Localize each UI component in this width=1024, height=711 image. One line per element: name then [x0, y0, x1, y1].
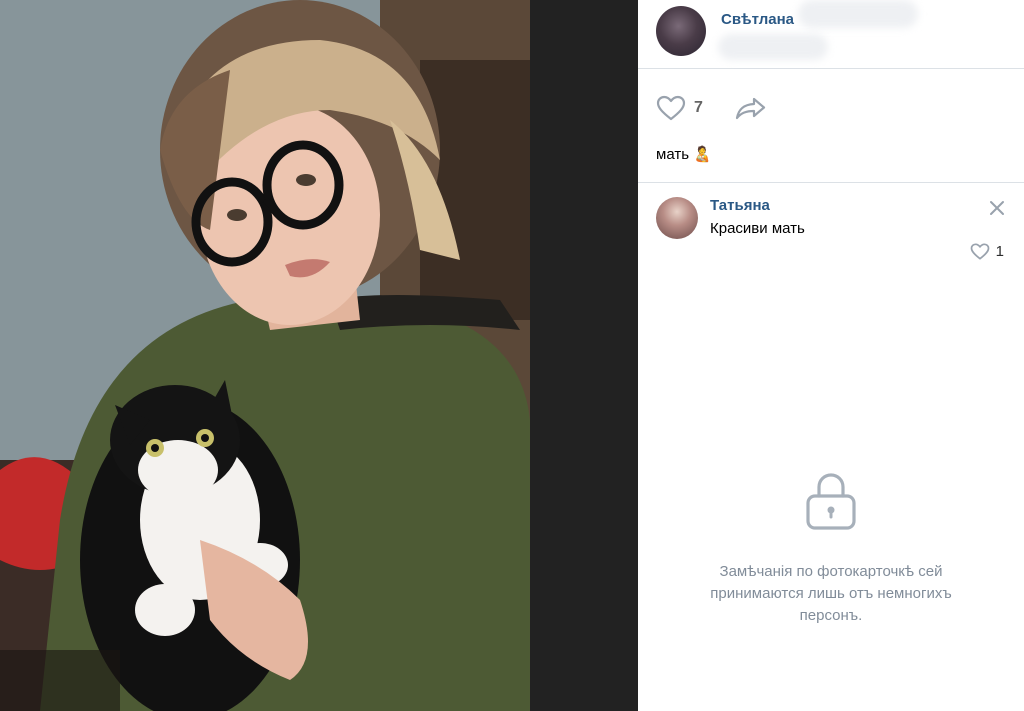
like-button[interactable]: 7 [656, 95, 703, 121]
comment-author[interactable]: Татьяна [710, 197, 770, 214]
post-caption: мать 🧑‍🍼 [638, 123, 1024, 175]
share-arrow-icon [735, 97, 766, 120]
restricted-message: Замѣчанія по фотокарточкѣ сей принимаютс… [710, 563, 952, 624]
heart-icon [970, 243, 990, 260]
photo-area [0, 0, 638, 711]
photo-viewer: Свѣтлана 7 мать 🧑‍🍼 Татьян [0, 0, 1024, 711]
comment-close-button[interactable] [988, 199, 1006, 217]
like-count: 7 [694, 99, 703, 116]
comment-like-button[interactable]: 1 [970, 243, 1004, 260]
heart-icon [656, 95, 686, 121]
share-button[interactable] [735, 96, 767, 120]
comment-item: Татьяна Красиви мать 1 [656, 195, 1006, 265]
commenter-avatar[interactable] [656, 197, 698, 239]
close-icon [990, 201, 1004, 215]
redacted-date [718, 34, 828, 60]
post-author: Свѣтлана [638, 0, 1024, 69]
side-panel: Свѣтлана 7 мать 🧑‍🍼 Татьян [638, 0, 1024, 711]
photo-image [0, 0, 530, 711]
lock-icon [806, 473, 856, 530]
author-avatar[interactable] [656, 6, 706, 56]
author-name[interactable]: Свѣтлана [721, 11, 794, 28]
comment-like-count: 1 [995, 243, 1004, 260]
post-actions: 7 [638, 69, 1024, 123]
caption-text: мать [656, 146, 690, 163]
photo-letterbox [530, 0, 638, 711]
redacted-header-info [798, 0, 918, 28]
comment-text: Красиви мать [710, 220, 805, 237]
photo[interactable] [0, 0, 530, 711]
caption-emoji: 🧑‍🍼 [693, 146, 712, 163]
comments-divider [638, 182, 1024, 183]
comments-restricted: Замѣчанія по фотокарточкѣ сей принимаютс… [638, 470, 1024, 627]
